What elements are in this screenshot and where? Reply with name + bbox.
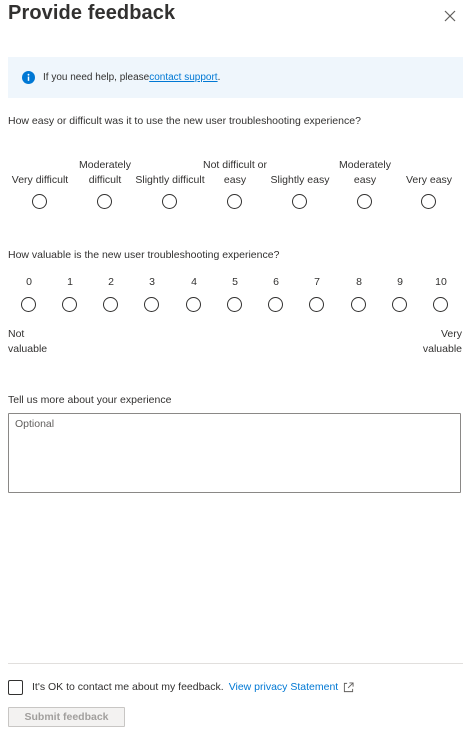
difficulty-option-moderately-easy[interactable]: Moderately easy: [330, 140, 400, 215]
value-option-6[interactable]: 6: [261, 272, 291, 317]
difficulty-scale: Very difficult Moderately difficult Slig…: [0, 140, 474, 215]
value-question: How valuable is the new user troubleshoo…: [8, 249, 280, 261]
external-link-icon: [344, 681, 354, 692]
difficulty-option-label: Very difficult: [11, 174, 69, 186]
radio-button[interactable]: [186, 297, 201, 312]
radio-button[interactable]: [227, 194, 242, 209]
feedback-panel: Provide feedback If you need help, pleas…: [0, 0, 474, 733]
radio-button[interactable]: [162, 194, 177, 209]
radio-button[interactable]: [357, 194, 372, 209]
value-option-2[interactable]: 2: [96, 272, 126, 317]
difficulty-option-moderately-difficult[interactable]: Moderately difficult: [70, 140, 140, 215]
footer-divider: [8, 663, 463, 664]
value-option-1[interactable]: 1: [55, 272, 85, 317]
value-option-number: 4: [191, 276, 197, 288]
value-option-number: 9: [397, 276, 403, 288]
radio-button[interactable]: [227, 297, 242, 312]
radio-button[interactable]: [62, 297, 77, 312]
radio-button[interactable]: [21, 297, 36, 312]
value-option-number: 6: [273, 276, 279, 288]
radio-button[interactable]: [144, 297, 159, 312]
radio-button[interactable]: [292, 194, 307, 209]
difficulty-question: How easy or difficult was it to use the …: [8, 115, 361, 127]
value-option-8[interactable]: 8: [344, 272, 374, 317]
difficulty-option-label: Slightly difficult: [135, 174, 205, 186]
comments-label: Tell us more about your experience: [8, 394, 172, 406]
radio-button[interactable]: [351, 297, 366, 312]
difficulty-option-very-easy[interactable]: Very easy: [394, 140, 464, 215]
value-option-number: 1: [67, 276, 73, 288]
submit-feedback-button[interactable]: Submit feedback: [8, 707, 125, 727]
radio-button[interactable]: [433, 297, 448, 312]
difficulty-option-label: Very easy: [405, 174, 453, 186]
close-icon: [444, 10, 456, 22]
close-button[interactable]: [440, 6, 460, 26]
contact-support-link[interactable]: contact support: [149, 72, 217, 83]
difficulty-option-slightly-difficult[interactable]: Slightly difficult: [135, 140, 205, 215]
value-option-7[interactable]: 7: [302, 272, 332, 317]
difficulty-option-label: Not difficult or easy: [203, 159, 267, 186]
value-option-number: 7: [314, 276, 320, 288]
value-option-3[interactable]: 3: [137, 272, 167, 317]
consent-row: It's OK to contact me about my feedback.…: [8, 679, 354, 695]
difficulty-option-very-difficult[interactable]: Very difficult: [5, 140, 75, 215]
value-option-number: 2: [108, 276, 114, 288]
value-option-0[interactable]: 0: [14, 272, 44, 317]
radio-button[interactable]: [268, 297, 283, 312]
info-icon: [22, 71, 35, 84]
difficulty-option-slightly-easy[interactable]: Slightly easy: [265, 140, 335, 215]
help-text-suffix: .: [217, 72, 221, 83]
radio-button[interactable]: [309, 297, 324, 312]
panel-title: Provide feedback: [8, 2, 176, 24]
difficulty-option-neutral[interactable]: Not difficult or easy: [200, 140, 270, 215]
radio-button[interactable]: [103, 297, 118, 312]
radio-button[interactable]: [421, 194, 436, 209]
value-scale: 0 1 2 3 4 5 6 7 8 9 10: [0, 272, 474, 317]
value-option-number: 3: [149, 276, 155, 288]
comments-textarea[interactable]: [8, 413, 461, 493]
value-low-label: Not valuable: [8, 328, 48, 355]
difficulty-option-label: Moderately easy: [339, 159, 391, 186]
value-option-10[interactable]: 10: [426, 272, 456, 317]
help-text: If you need help, please: [43, 72, 150, 83]
contact-consent-checkbox[interactable]: [8, 679, 23, 695]
radio-button[interactable]: [97, 194, 112, 209]
radio-button[interactable]: [32, 194, 47, 209]
value-option-number: 5: [232, 276, 238, 288]
difficulty-option-label: Slightly easy: [270, 174, 330, 186]
value-option-9[interactable]: 9: [385, 272, 415, 317]
value-option-number: 8: [356, 276, 362, 288]
value-high-label: Very valuable: [422, 328, 462, 355]
privacy-statement-link[interactable]: View privacy Statement: [229, 681, 339, 693]
consent-text: It's OK to contact me about my feedback.: [32, 681, 224, 693]
difficulty-option-label: Moderately difficult: [79, 159, 131, 186]
value-option-5[interactable]: 5: [220, 272, 250, 317]
value-option-number: 0: [26, 276, 32, 288]
value-option-4[interactable]: 4: [179, 272, 209, 317]
value-option-number: 10: [435, 276, 447, 288]
radio-button[interactable]: [392, 297, 407, 312]
help-info-bar: If you need help, please contact support…: [8, 57, 463, 98]
